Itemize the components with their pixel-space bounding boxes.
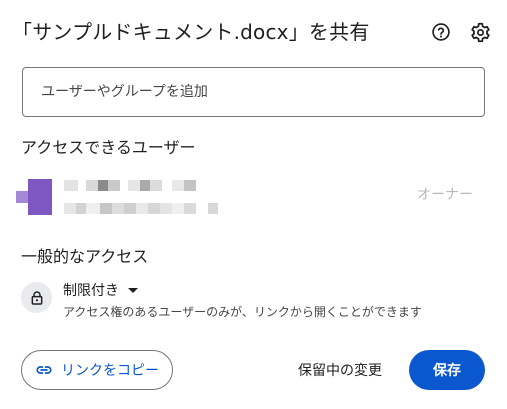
access-description: アクセス権のあるユーザーのみが、リンクから開くことができます bbox=[63, 305, 422, 319]
help-circle-icon[interactable] bbox=[429, 20, 453, 44]
user-row-owner[interactable]: オーナー bbox=[16, 172, 491, 222]
dialog-title: 「サンプルドキュメント.docx」を共有 bbox=[12, 20, 370, 44]
general-access-row: 制限付き アクセス権のあるユーザーのみが、リンクから開くことができます bbox=[21, 280, 491, 320]
add-people-input[interactable] bbox=[22, 67, 485, 117]
save-button[interactable]: 保存 bbox=[409, 350, 485, 390]
caret-down-icon bbox=[128, 288, 138, 293]
copy-link-label: リンクをコピー bbox=[61, 363, 159, 379]
pending-changes-label: 保留中の変更 bbox=[298, 363, 382, 379]
copy-link-button[interactable]: リンクをコピー bbox=[21, 350, 173, 390]
general-access-heading: 一般的なアクセス bbox=[21, 247, 149, 266]
share-dialog: 「サンプルドキュメント.docx」を共有 アクセスできるユーザー bbox=[0, 0, 507, 409]
avatar bbox=[16, 179, 52, 215]
link-icon bbox=[35, 361, 53, 379]
redacted-user-name bbox=[64, 180, 196, 191]
access-level-label: 制限付き bbox=[63, 283, 119, 299]
access-level-dropdown[interactable]: 制限付き bbox=[63, 280, 138, 300]
owner-role-label: オーナー bbox=[417, 187, 473, 203]
people-with-access-heading: アクセスできるユーザー bbox=[21, 138, 196, 157]
lock-icon bbox=[21, 282, 52, 313]
gear-icon[interactable] bbox=[468, 20, 492, 44]
redacted-user-email bbox=[64, 203, 218, 214]
